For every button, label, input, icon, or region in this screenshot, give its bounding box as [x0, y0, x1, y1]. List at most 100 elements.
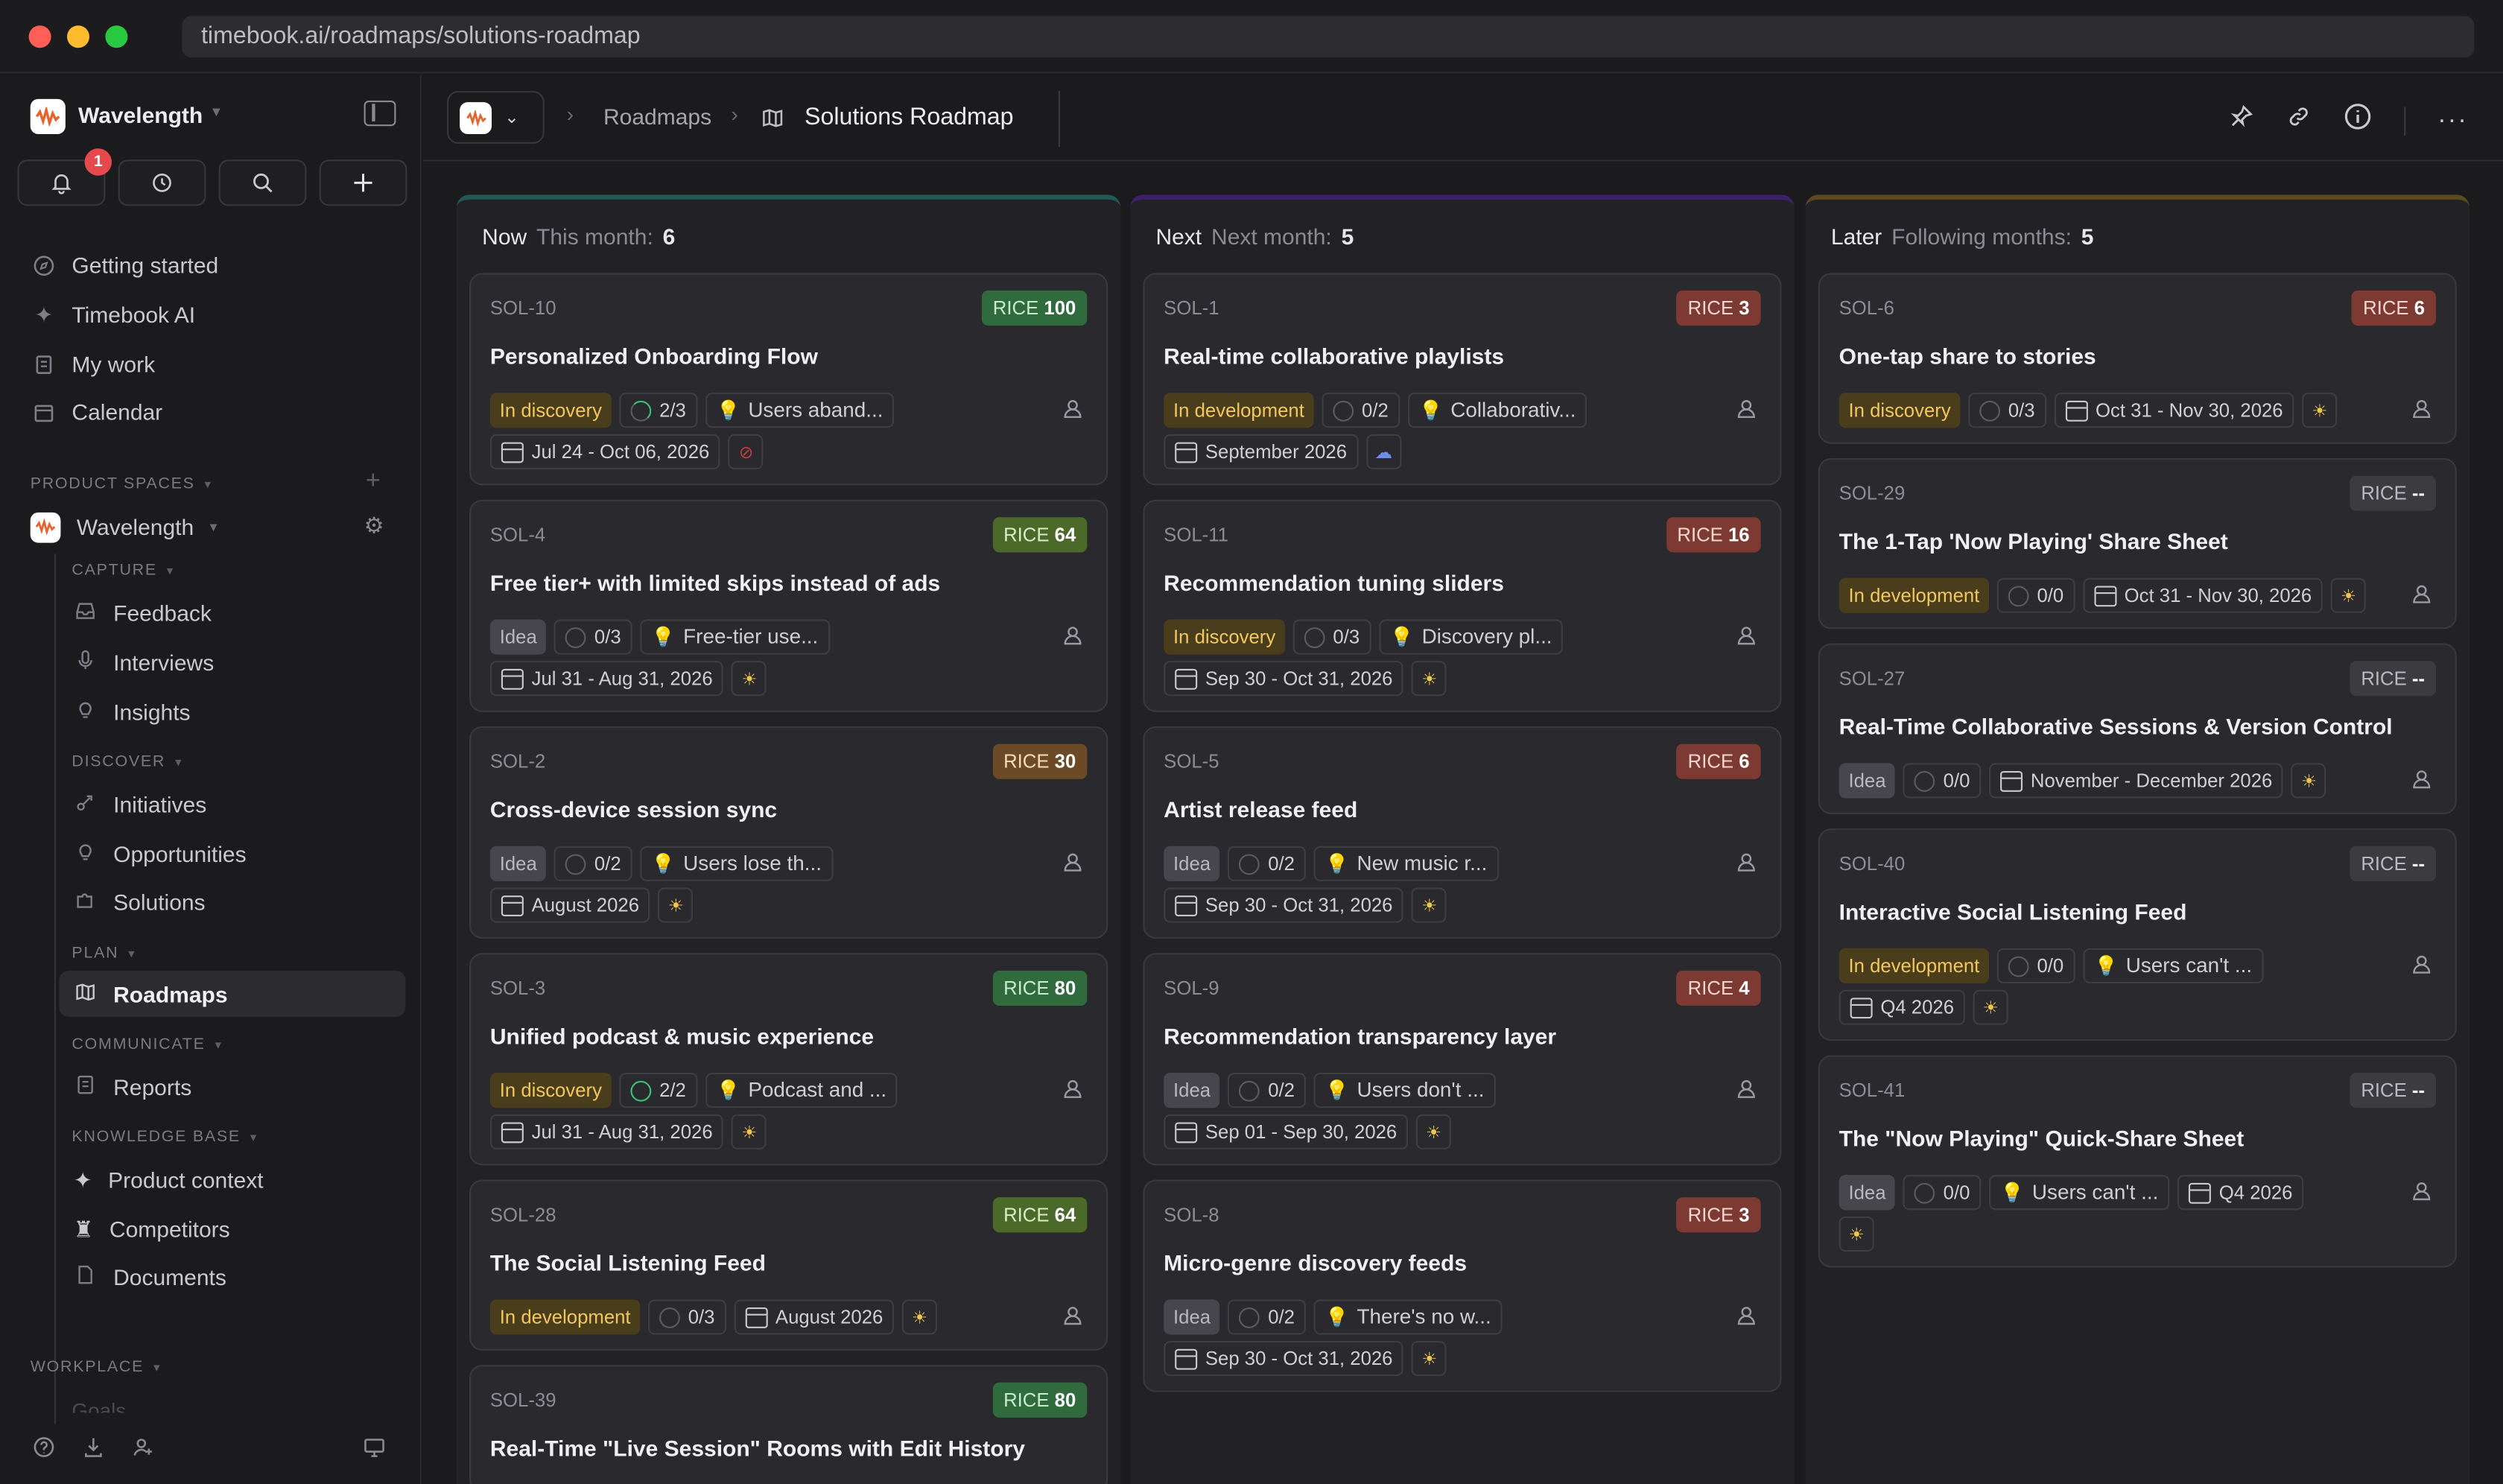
progress-chip[interactable]: 0/3: [1968, 393, 2046, 428]
sun-icon[interactable]: ☀: [1412, 1341, 1447, 1377]
workspace-name[interactable]: Wavelength: [78, 102, 203, 127]
status-badge[interactable]: In development: [1839, 948, 1990, 984]
solution-card[interactable]: SOL-5 RICE 6 Artist release feed Idea 0/2 💡 Ne…: [1143, 726, 1782, 939]
link-icon[interactable]: [2286, 104, 2312, 137]
space-wavelength[interactable]: Wavelength ▾: [30, 506, 217, 548]
sun-icon[interactable]: ☀: [1412, 661, 1447, 697]
nav-solutions[interactable]: Solutions: [74, 881, 206, 923]
more-options-icon[interactable]: ···: [2437, 107, 2468, 136]
sidebar-toggle-icon[interactable]: [364, 101, 396, 127]
progress-chip[interactable]: 0/2: [554, 846, 632, 881]
date-range-chip[interactable]: Jul 31 - Aug 31, 2026: [489, 1114, 724, 1150]
progress-chip[interactable]: 0/2: [1228, 1073, 1306, 1109]
status-badge[interactable]: In discovery: [1839, 393, 1961, 428]
assignee-icon[interactable]: [2411, 583, 2433, 605]
nav-interviews[interactable]: Interviews: [74, 641, 215, 683]
assignee-icon[interactable]: [2411, 398, 2433, 420]
assignee-icon[interactable]: [1735, 624, 1757, 647]
progress-chip[interactable]: 0/2: [1228, 1299, 1306, 1335]
opportunity-chip[interactable]: 💡 Podcast and ...: [705, 1073, 898, 1109]
assignee-icon[interactable]: [1062, 624, 1084, 647]
date-range-chip[interactable]: August 2026: [734, 1299, 895, 1335]
plan-section[interactable]: PLAN ▾: [72, 945, 136, 963]
progress-chip[interactable]: 0/3: [648, 1299, 726, 1335]
solution-card[interactable]: SOL-3 RICE 80 Unified podcast & music expe…: [469, 953, 1108, 1166]
status-badge[interactable]: In development: [1839, 577, 1990, 613]
sun-icon[interactable]: ☀: [1973, 989, 2008, 1025]
assignee-icon[interactable]: [1735, 398, 1757, 420]
chevron-down-icon[interactable]: ▾: [212, 104, 221, 121]
date-range-chip[interactable]: Jul 24 - Oct 06, 2026: [489, 434, 721, 470]
nav-documents[interactable]: Documents: [74, 1256, 226, 1298]
date-range-chip[interactable]: Q4 2026: [1839, 989, 1966, 1025]
progress-chip[interactable]: 0/0: [1996, 948, 2075, 984]
nav-goals[interactable]: Goals: [72, 1398, 126, 1412]
minimize-window-button[interactable]: [67, 25, 90, 48]
nav-my-work[interactable]: My work: [32, 343, 155, 385]
knowledge-base-section[interactable]: KNOWLEDGE BASE ▾: [72, 1129, 258, 1147]
nav-getting-started[interactable]: Getting started: [32, 244, 218, 286]
sun-icon[interactable]: ☀: [1415, 1114, 1452, 1150]
opportunity-chip[interactable]: 💡 Users lose th...: [640, 846, 833, 881]
nav-feedback[interactable]: Feedback: [74, 592, 212, 634]
solution-card[interactable]: SOL-40 RICE -- Interactive Social Listenin…: [1818, 828, 2457, 1041]
sun-icon[interactable]: ☀: [732, 1114, 767, 1150]
opportunity-chip[interactable]: 💡 Users can't ...: [1989, 1175, 2170, 1211]
opportunity-chip[interactable]: 💡 Collaborativ...: [1407, 393, 1587, 428]
progress-chip[interactable]: 0/2: [1228, 846, 1306, 881]
opportunity-chip[interactable]: 💡 New music r...: [1313, 846, 1499, 881]
opportunity-chip[interactable]: 💡 Free-tier use...: [640, 619, 830, 655]
add-space-icon[interactable]: +: [366, 468, 381, 497]
opportunity-chip[interactable]: 💡 Discovery pl...: [1378, 619, 1564, 655]
nav-insights[interactable]: Insights: [74, 691, 191, 733]
solution-card[interactable]: SOL-2 RICE 30 Cross-device session sync Ide…: [469, 726, 1108, 939]
nav-competitors[interactable]: ♜ Competitors: [74, 1208, 230, 1250]
nav-initiatives[interactable]: Initiatives: [74, 784, 207, 825]
workspace-logo-icon[interactable]: [30, 98, 66, 135]
date-range-chip[interactable]: Sep 30 - Oct 31, 2026: [1164, 887, 1404, 923]
nav-timebook-ai[interactable]: ✦ Timebook AI: [32, 294, 195, 335]
status-badge[interactable]: In discovery: [489, 393, 612, 428]
notifications-button[interactable]: 1: [17, 148, 112, 206]
progress-chip[interactable]: 0/0: [1996, 577, 2075, 613]
communicate-section[interactable]: COMMUNICATE ▾: [72, 1036, 222, 1054]
solution-card[interactable]: SOL-6 RICE 6 One-tap share to stories In di…: [1818, 273, 2457, 444]
sun-icon[interactable]: ☀: [2302, 393, 2338, 428]
sun-icon[interactable]: ☀: [1412, 887, 1447, 923]
assignee-icon[interactable]: [2411, 1180, 2433, 1202]
solution-card[interactable]: SOL-28 RICE 64 The Social Listening Feed In…: [469, 1179, 1108, 1351]
breadcrumb-roadmaps[interactable]: Roadmaps: [603, 104, 711, 129]
desktop-app-icon[interactable]: [362, 1435, 386, 1467]
solution-card[interactable]: SOL-4 RICE 64 Free tier+ with limited skip…: [469, 499, 1108, 712]
pin-icon[interactable]: [2229, 104, 2254, 137]
opportunity-chip[interactable]: 💡 There's no w...: [1313, 1299, 1503, 1335]
assignee-icon[interactable]: [1062, 1304, 1084, 1327]
nav-product-context[interactable]: ✦ Product context: [74, 1159, 264, 1201]
maximize-window-button[interactable]: [105, 25, 128, 48]
nav-roadmaps[interactable]: Roadmaps: [59, 970, 406, 1018]
status-badge[interactable]: In discovery: [489, 1073, 612, 1109]
nav-calendar[interactable]: Calendar: [32, 391, 162, 433]
assignee-icon[interactable]: [2411, 768, 2433, 790]
sun-icon[interactable]: ☀: [658, 887, 694, 923]
solution-card[interactable]: SOL-41 RICE -- The "Now Playing" Quick-Sha…: [1818, 1055, 2457, 1268]
date-range-chip[interactable]: August 2026: [489, 887, 650, 923]
history-button[interactable]: [118, 159, 206, 206]
solution-card[interactable]: SOL-8 RICE 3 Micro-genre discovery feeds Id…: [1143, 1179, 1782, 1392]
status-badge[interactable]: Idea: [489, 619, 547, 655]
help-icon[interactable]: [32, 1435, 56, 1467]
settings-icon[interactable]: ⚙: [364, 513, 384, 539]
solution-card[interactable]: SOL-1 RICE 3 Real-time collaborative playl…: [1143, 273, 1782, 486]
progress-chip[interactable]: 2/3: [619, 393, 697, 428]
cloud-icon[interactable]: ☁: [1365, 434, 1401, 470]
opportunity-chip[interactable]: 💡 Users don't ...: [1313, 1073, 1496, 1109]
status-badge[interactable]: In development: [1164, 393, 1314, 428]
nav-reports[interactable]: Reports: [74, 1066, 192, 1108]
assignee-icon[interactable]: [2411, 953, 2433, 975]
solution-card[interactable]: SOL-29 RICE -- The 1-Tap 'Now Playing' Sha…: [1818, 458, 2457, 630]
discover-section[interactable]: DISCOVER ▾: [72, 753, 183, 771]
progress-chip[interactable]: 2/2: [619, 1073, 697, 1109]
opportunity-chip[interactable]: 💡 Users aband...: [705, 393, 895, 428]
workspace-switcher[interactable]: ⌄: [447, 91, 545, 144]
solution-card[interactable]: SOL-9 RICE 4 Recommendation transparency l…: [1143, 953, 1782, 1166]
